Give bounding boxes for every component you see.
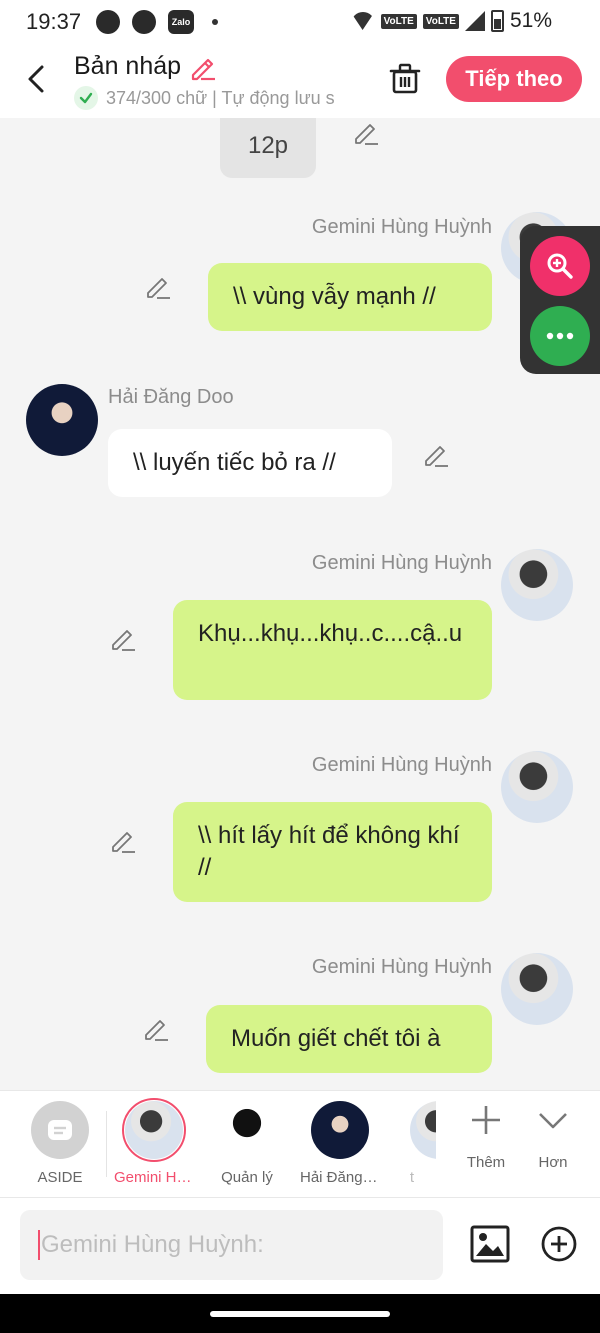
draft-title: Bản nháp (74, 52, 182, 80)
chevron-down-icon (539, 1113, 567, 1129)
message-bubble[interactable]: Muốn giết chết tôi à (206, 1005, 492, 1073)
message-bubble[interactable]: \\ hít lấy hít để không khí // (173, 802, 492, 902)
avatar[interactable] (501, 953, 573, 1025)
character-partial[interactable]: t (388, 1101, 436, 1186)
plus-icon (472, 1106, 500, 1134)
add-character-button[interactable]: Thêm (456, 1103, 516, 1171)
edit-message-icon[interactable] (143, 1016, 169, 1042)
character-label: Gemini Hùng Huỳnh (114, 1169, 194, 1186)
add-label: Thêm (466, 1154, 506, 1171)
subtitle-text: 374/300 chữ | Tự động lưu s (106, 87, 335, 108)
sender-name: Gemini Hùng Huỳnh (311, 754, 492, 776)
character-gemini[interactable]: Gemini Hùng Huỳnh (114, 1098, 194, 1186)
character-label: t (409, 1169, 415, 1186)
more-options-button[interactable] (530, 306, 590, 366)
message-bubble[interactable]: Khụ...khụ...khụ..c....cậ..u (173, 600, 492, 700)
character-label: Hải Đăng Doo (300, 1169, 380, 1186)
edit-message-icon[interactable] (423, 442, 449, 468)
ellipsis-icon (546, 332, 574, 340)
word-count-status: 374/300 chữ | Tự động lưu s (74, 86, 364, 110)
app-header: Bản nháp 374/300 chữ | Tự động lưu s Tiế… (0, 46, 600, 118)
aside-icon (31, 1101, 89, 1159)
message-bubble[interactable]: \\ vùng vẫy mạnh // (208, 263, 492, 331)
chat-area[interactable]: 12p Gemini Hùng Huỳnh \\ vùng vẫy mạnh /… (0, 118, 600, 1090)
character-hai-dang[interactable]: Hải Đăng Doo (300, 1101, 380, 1186)
saved-check-icon (74, 86, 98, 110)
edit-message-icon[interactable] (110, 626, 136, 652)
sender-name: Gemini Hùng Huỳnh (311, 216, 492, 238)
page-title[interactable]: Bản nháp (74, 52, 217, 81)
character-label: Quản lý (221, 1169, 273, 1186)
zoom-in-icon (547, 253, 573, 279)
character-label: ASIDE (37, 1169, 83, 1186)
volte-badge: VoLTE (380, 13, 417, 29)
message-input[interactable]: Gemini Hùng Huỳnh: (20, 1210, 443, 1280)
battery-percent: 51% (509, 9, 552, 32)
more-label: Hơn (538, 1154, 568, 1171)
sender-name: Gemini Hùng Huỳnh (311, 552, 492, 574)
expand-characters-button[interactable]: Hơn (523, 1103, 583, 1171)
avatar[interactable] (26, 384, 98, 456)
character-aside[interactable]: ASIDE (20, 1101, 100, 1186)
wifi-icon (350, 12, 375, 30)
avatar[interactable] (501, 751, 573, 823)
edit-message-icon[interactable] (145, 274, 171, 300)
status-bar: 19:37 Zalo VoLTE VoLTE 51% (0, 0, 600, 46)
character-selector: ASIDE Gemini Hùng Huỳnh Quản lý Hải Đăng… (0, 1090, 600, 1198)
avatar[interactable] (501, 549, 573, 621)
avatar (122, 1098, 186, 1162)
sender-name: Gemini Hùng Huỳnh (311, 956, 492, 978)
signal-icon (464, 11, 485, 31)
character-manager[interactable]: Quản lý (207, 1101, 287, 1186)
battery-icon (490, 10, 504, 32)
input-bar: Gemini Hùng Huỳnh: (0, 1198, 600, 1294)
zoom-button[interactable] (530, 236, 590, 296)
back-icon[interactable] (22, 62, 52, 96)
messenger-icon (132, 10, 156, 34)
status-time: 19:37 (26, 9, 82, 34)
next-button[interactable]: Tiếp theo (446, 56, 582, 102)
text-caret (38, 1230, 40, 1260)
trash-icon[interactable] (388, 62, 422, 96)
message-bubble[interactable]: 12p (220, 118, 316, 178)
zalo-icon: Zalo (168, 10, 194, 34)
volte-badge: VoLTE (422, 13, 459, 29)
add-circle-icon[interactable] (540, 1225, 578, 1263)
silhouette-avatar (218, 1101, 276, 1159)
avatar (311, 1101, 369, 1159)
input-placeholder: Gemini Hùng Huỳnh: (41, 1231, 264, 1258)
home-indicator[interactable] (210, 1311, 390, 1317)
avatar (410, 1101, 436, 1159)
system-nav-bar (0, 1294, 600, 1333)
divider (106, 1111, 107, 1177)
chat-notification-icon (96, 10, 120, 34)
edit-message-icon[interactable] (110, 828, 136, 854)
message-bubble[interactable]: \\ luyến tiếc bỏ ra // (108, 429, 392, 497)
more-notifications-dot (212, 19, 218, 25)
edit-message-icon[interactable] (353, 120, 379, 146)
sender-name: Hải Đăng Doo (108, 386, 234, 408)
edit-title-icon[interactable] (189, 53, 217, 81)
image-icon[interactable] (470, 1225, 510, 1263)
floating-tool-panel (520, 226, 600, 374)
